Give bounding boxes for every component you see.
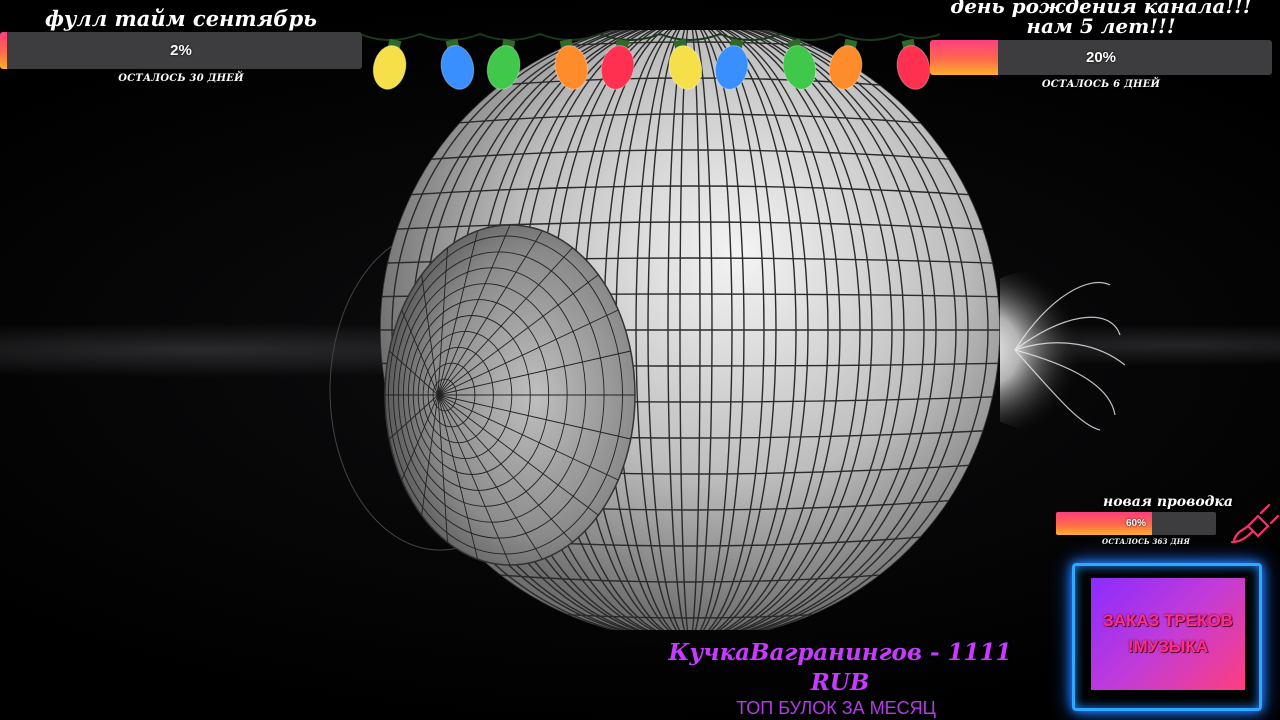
light-bulb [782, 38, 817, 90]
track-order-banner: ЗАКАЗ ТРЕКОВ !МУЗЫКА [1091, 578, 1245, 690]
top-donor-name: КучкаВагранингов - 1111 RUB [668, 639, 1012, 696]
top-donor-caption: ТОП БУЛОК ЗА МЕСЯЦ [736, 698, 936, 718]
goal-percent: 2% [170, 42, 192, 59]
goal-percent: 60% [1125, 518, 1146, 529]
light-bulb [714, 38, 749, 90]
goal-remaining: ОСТАЛОСЬ 363 ДНЯ [1102, 537, 1190, 546]
goal-title: фулл тайм сентябрь [44, 6, 317, 31]
christmas-lights [360, 32, 940, 90]
goal-percent: 20% [1085, 49, 1117, 66]
goal-widget-birthday: день рождения канала!!!нам 5 лет!!! 20% … [930, 0, 1272, 90]
goal-progress-bar: 2% [0, 32, 362, 69]
track-order-panel: ЗАКАЗ ТРЕКОВ !МУЗЫКА [1072, 563, 1262, 711]
track-order-line1: ЗАКАЗ ТРЕКОВ [1103, 611, 1233, 630]
goal-title: день рождения канала!!!нам 5 лет!!! [950, 0, 1252, 38]
death-star-sphere [329, 30, 1000, 630]
light-bulb [486, 38, 521, 90]
light-bulb [896, 38, 931, 90]
light-bulb [828, 38, 863, 90]
light-bulb [440, 38, 475, 90]
light-bulb [372, 38, 407, 90]
plug-icon [1230, 503, 1280, 544]
goal-remaining: ОСТАЛОСЬ 30 ДНЕЙ [118, 73, 244, 84]
goal-remaining: ОСТАЛОСЬ 6 ДНЕЙ [1041, 79, 1161, 90]
light-bulb [554, 38, 589, 90]
track-order-line2: !МУЗЫКА [1127, 637, 1209, 656]
goal-progress-bar: 20% [930, 40, 1272, 75]
sun-flare [1000, 270, 1130, 431]
top-donor: КучкаВагранингов - 1111 RUB [640, 638, 1040, 698]
goal-widget-fulltime: фулл тайм сентябрь 2% ОСТАЛОСЬ 30 ДНЕЙ [0, 6, 362, 84]
light-bulb [668, 38, 703, 90]
light-bulb [600, 38, 635, 90]
goal-progress-bar: 60% [1056, 512, 1216, 535]
